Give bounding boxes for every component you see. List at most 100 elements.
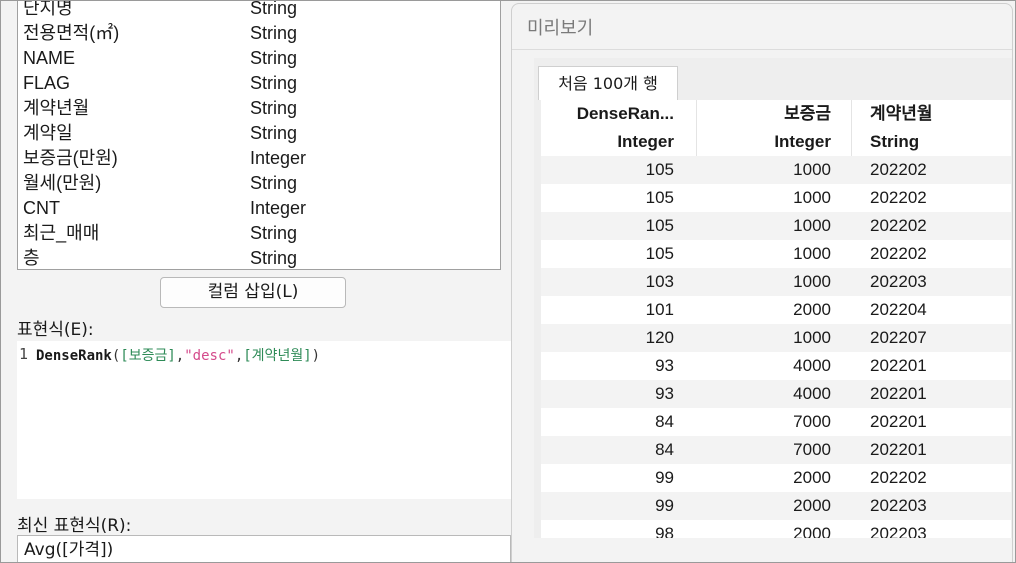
table-cell: 105 — [645, 244, 674, 263]
table-cell: 2000 — [793, 524, 831, 538]
comma-token: , — [175, 348, 185, 364]
table-cell: 202201 — [870, 412, 927, 431]
table-row[interactable]: 93 4000 202201 — [541, 380, 1011, 408]
column-type: String — [250, 173, 298, 193]
column-list-item[interactable]: 계약년월 String — [18, 96, 488, 121]
table-row[interactable]: 105 1000 202202 — [541, 184, 1011, 212]
column-list-item[interactable]: 층 String — [18, 246, 488, 269]
column-header-name[interactable]: 보증금 — [699, 100, 831, 128]
table-cell: 202201 — [870, 384, 927, 403]
table-cell: 202201 — [870, 356, 927, 375]
add-calculated-column-dialog: 단지명 String 전용면적(㎡) String NAME String FLAG Stri… — [0, 0, 1016, 563]
table-row[interactable]: 99 2000 202203 — [541, 492, 1011, 520]
table-row[interactable]: 105 1000 202202 — [541, 156, 1011, 184]
column-header-name[interactable]: 계약년월 — [870, 100, 990, 128]
column-list-item[interactable]: 보증금(만원) Integer — [18, 146, 488, 171]
table-cell: 7000 — [793, 412, 831, 431]
table-row[interactable]: 105 1000 202202 — [541, 212, 1011, 240]
preview-data-grid[interactable]: DenseRan... 보증금 계약년월 Integer Integer String 10… — [541, 100, 1011, 538]
column-name: 단지명 — [23, 0, 73, 18]
preview-panel: 미리보기 처음 100개 행 DenseRan... 보증금 계약년월 Integer… — [511, 3, 1013, 562]
column-separator[interactable] — [696, 100, 697, 156]
column-type: String — [250, 73, 298, 93]
expression-editor-pane: 단지명 String 전용면적(㎡) String NAME String FLAG Stri… — [1, 0, 511, 562]
table-cell: 202204 — [870, 300, 927, 319]
column-separator[interactable] — [851, 100, 852, 156]
table-cell: 101 — [645, 300, 674, 319]
column-list-item[interactable]: FLAG String — [18, 71, 488, 96]
column-name: FLAG — [23, 73, 71, 93]
column-type: String — [250, 248, 298, 268]
table-row[interactable]: 98 2000 202203 — [541, 520, 1011, 538]
column-name: 계약년월 — [23, 98, 90, 118]
table-cell: 120 — [645, 328, 674, 347]
column-header-type: Integer — [617, 132, 674, 151]
table-cell: 103 — [645, 272, 674, 291]
table-cell: 84 — [655, 440, 674, 459]
column-type: Integer — [250, 198, 307, 218]
table-cell: 99 — [655, 468, 674, 487]
preview-divider — [512, 49, 1012, 50]
column-type: String — [250, 0, 298, 18]
table-cell: 4000 — [793, 384, 831, 403]
table-cell: 105 — [645, 216, 674, 235]
column-list-item[interactable]: 계약일 String — [18, 121, 488, 146]
preview-title: 미리보기 — [527, 18, 594, 39]
recent-expression-label: 최신 표현식(R): — [17, 516, 132, 536]
string-token-desc: "desc" — [184, 348, 235, 364]
comma-token: , — [234, 348, 244, 364]
table-cell: 1000 — [793, 188, 831, 207]
table-cell: 2000 — [793, 300, 831, 319]
column-header-type: Integer — [774, 132, 831, 151]
table-cell: 4000 — [793, 356, 831, 375]
table-row[interactable]: 84 7000 202201 — [541, 408, 1011, 436]
table-cell: 105 — [645, 160, 674, 179]
table-cell: 2000 — [793, 468, 831, 487]
column-list-item[interactable]: CNT Integer — [18, 196, 488, 221]
table-cell: 202202 — [870, 160, 927, 179]
column-list-item[interactable]: 전용면적(㎡) String — [18, 21, 488, 46]
table-row[interactable]: 99 2000 202202 — [541, 464, 1011, 492]
tab-first-100-rows[interactable]: 처음 100개 행 — [538, 66, 678, 100]
expression-code-line[interactable]: DenseRank([보증금],"desc",[계약년월]) — [36, 345, 320, 365]
preview-body: 처음 100개 행 DenseRan... 보증금 계약년월 Integer Integ… — [534, 58, 1012, 538]
table-cell: 1000 — [793, 244, 831, 263]
column-header-name[interactable]: DenseRan... — [541, 100, 674, 128]
column-list-item[interactable]: NAME String — [18, 46, 488, 71]
table-row[interactable]: 93 4000 202201 — [541, 352, 1011, 380]
table-row[interactable]: 84 7000 202201 — [541, 436, 1011, 464]
table-cell: 1000 — [793, 328, 831, 347]
table-cell: 105 — [645, 188, 674, 207]
insert-column-button[interactable]: 컬럼 삽입(L) — [160, 277, 346, 308]
table-cell: 99 — [655, 496, 674, 515]
table-cell: 202202 — [870, 188, 927, 207]
table-cell: 2000 — [793, 496, 831, 515]
column-list-item[interactable]: 월세(만원) String — [18, 171, 488, 196]
column-name: 전용면적(㎡) — [23, 23, 120, 43]
column-name: NAME — [23, 48, 76, 68]
column-type: String — [250, 48, 298, 68]
column-type: Integer — [250, 148, 307, 168]
column-name: 최근_매매 — [23, 223, 100, 243]
table-cell: 202202 — [870, 468, 927, 487]
column-type: String — [250, 123, 298, 143]
table-row[interactable]: 105 1000 202202 — [541, 240, 1011, 268]
table-row[interactable]: 103 1000 202203 — [541, 268, 1011, 296]
table-row[interactable]: 101 2000 202204 — [541, 296, 1011, 324]
expression-code-editor[interactable]: 1 DenseRank([보증금],"desc",[계약년월]) — [17, 341, 511, 499]
table-cell: 1000 — [793, 272, 831, 291]
table-cell: 202203 — [870, 496, 927, 515]
recent-expression-field[interactable]: Avg([가격]) — [17, 535, 511, 562]
table-cell: 202202 — [870, 244, 927, 263]
column-list-item[interactable]: 단지명 String — [18, 0, 488, 21]
available-columns-list[interactable]: 단지명 String 전용면적(㎡) String NAME String FLAG Stri… — [17, 0, 501, 270]
column-list-scrollbar[interactable] — [500, 0, 501, 54]
column-list-item[interactable]: 최근_매매 String — [18, 221, 488, 246]
table-cell: 7000 — [793, 440, 831, 459]
field-token-contract-month: [계약년월] — [243, 348, 312, 364]
column-name: 층 — [23, 248, 40, 268]
table-row[interactable]: 120 1000 202207 — [541, 324, 1011, 352]
table-cell: 202207 — [870, 328, 927, 347]
column-type: String — [250, 23, 298, 43]
table-cell: 202203 — [870, 272, 927, 291]
